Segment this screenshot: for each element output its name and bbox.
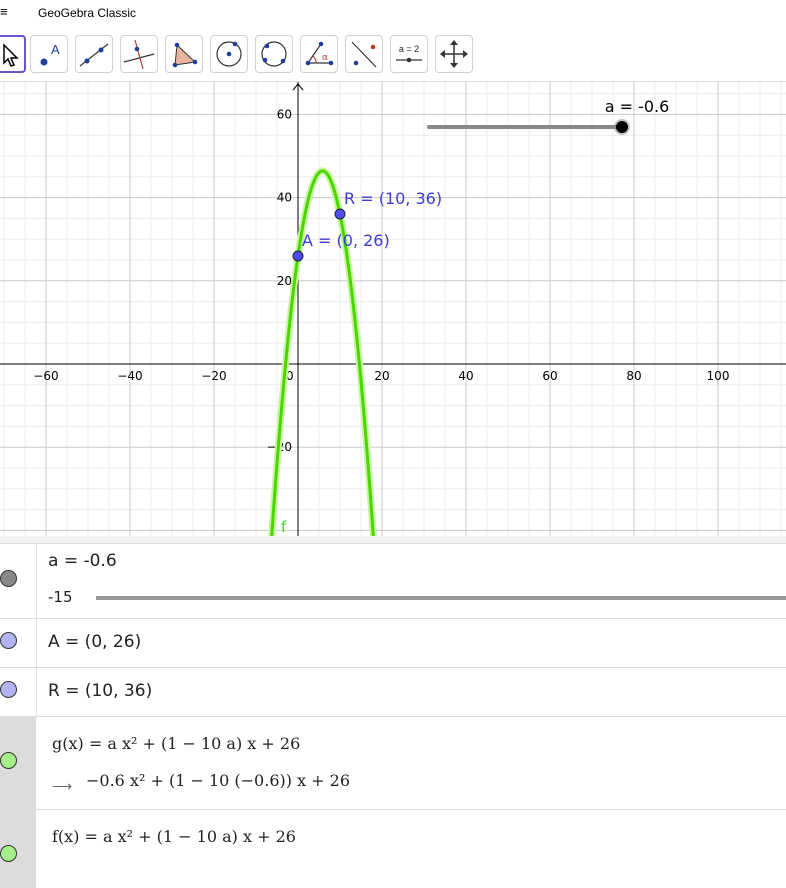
svg-text:A: A — [51, 42, 60, 57]
circle-three-points-button[interactable] — [255, 35, 293, 73]
slider-a-min-label: -15 — [48, 588, 73, 606]
curve-f-highlight — [260, 167, 394, 819]
visibility-toggle-A[interactable] — [0, 632, 17, 649]
algebra-row-function-g[interactable]: g(x) = a x² + (1 − 10 a) x + 26 ⟶ −0.6 x… — [0, 716, 786, 810]
line-tool-button[interactable] — [75, 35, 113, 73]
menu-icon[interactable]: ≡ — [0, 5, 8, 19]
algebra-view: a = -0.6 -15 A = (0, 26) R = (10, 36) g(… — [0, 543, 786, 888]
visibility-toggle-g[interactable] — [0, 752, 17, 769]
point-R[interactable] — [334, 208, 346, 220]
algebra-row-slider-a[interactable]: a = -0.6 -15 — [0, 544, 786, 619]
algebra-row-point-R[interactable]: R = (10, 36) — [0, 667, 786, 717]
app-title: GeoGebra Classic — [38, 6, 137, 20]
slider-a-definition[interactable]: a = -0.6 — [48, 551, 117, 571]
slider-a-handle[interactable] — [616, 121, 628, 133]
point-R-definition[interactable]: R = (10, 36) — [48, 681, 152, 701]
algebra-row-function-f[interactable]: f(x) = a x² + (1 − 10 a) x + 26 — [0, 809, 786, 888]
function-g-definition[interactable]: g(x) = a x² + (1 − 10 a) x + 26 — [52, 734, 300, 753]
perpendicular-tool-button[interactable] — [120, 35, 158, 73]
point-R-label: R = (10, 36) — [344, 189, 442, 208]
line-tool-icon — [79, 43, 109, 67]
graphics-view[interactable]: −60 −40 −20 0 20 40 60 80 100 60 40 20 −20 f A = (0,… — [0, 82, 786, 819]
x-tick-label: −20 — [201, 369, 226, 383]
row-separator — [36, 544, 37, 618]
point-tool-button[interactable]: A — [30, 35, 68, 73]
slider-a-label: a = -0.6 — [605, 97, 670, 116]
x-tick-label: 40 — [458, 369, 473, 383]
reflect-tool-button[interactable] — [345, 35, 383, 73]
circle-three-points-tool-icon — [261, 41, 287, 67]
polygon-tool-button[interactable] — [165, 35, 203, 73]
move-tool-icon — [3, 43, 19, 67]
x-tick-label: −40 — [117, 369, 142, 383]
perpendicular-line-tool-icon — [123, 39, 155, 70]
x-tick-label: 100 — [707, 369, 730, 383]
row-separator — [36, 618, 37, 667]
visibility-toggle-f[interactable] — [0, 845, 17, 862]
reflect-tool-icon — [351, 41, 377, 68]
point-A[interactable] — [292, 250, 304, 262]
slider-tool-label: a = 2 — [399, 44, 419, 54]
y-tick-label: 60 — [277, 107, 292, 121]
polygon-tool-icon — [172, 42, 198, 68]
point-A-label: A = (0, 26) — [302, 231, 390, 250]
angle-tool-button[interactable]: α — [300, 35, 338, 73]
view-divider[interactable] — [0, 536, 786, 543]
slider-tool-button[interactable]: a = 2 — [390, 35, 428, 73]
move-tool-button[interactable] — [0, 35, 26, 73]
point-tool-icon: A — [40, 42, 60, 66]
function-f-definition[interactable]: f(x) = a x² + (1 − 10 a) x + 26 — [52, 827, 296, 846]
move-graphics-view-tool-icon — [440, 40, 468, 68]
curve-f-label: f — [281, 518, 287, 536]
angle-tool-icon: α — [305, 41, 334, 66]
graphics-canvas[interactable]: −60 −40 −20 0 20 40 60 80 100604020−20 f A = (0,… — [0, 82, 786, 819]
toolbar: A α a = 2 — [0, 27, 786, 82]
slider-tool-icon: a = 2 — [396, 44, 422, 63]
y-tick-label: 40 — [277, 191, 292, 205]
x-tick-label: −60 — [33, 369, 58, 383]
svg-text:α: α — [322, 53, 328, 63]
point-A-definition[interactable]: A = (0, 26) — [48, 632, 141, 652]
x-tick-label: 80 — [626, 369, 641, 383]
visibility-toggle-R[interactable] — [0, 681, 17, 698]
visibility-toggle-a[interactable] — [0, 570, 17, 587]
x-tick-label: 60 — [542, 369, 557, 383]
move-graphics-view-button[interactable] — [435, 35, 473, 73]
algebra-slider-a-track[interactable] — [96, 596, 786, 600]
circle-center-point-tool-icon — [216, 41, 242, 67]
x-tick-label: 20 — [374, 369, 389, 383]
function-g-value: −0.6 x² + (1 − 10 (−0.6)) x + 26 — [86, 771, 351, 790]
row-separator — [36, 667, 37, 716]
y-tick-label: 20 — [277, 274, 292, 288]
algebra-row-point-A[interactable]: A = (0, 26) — [0, 618, 786, 668]
circle-tool-button[interactable] — [210, 35, 248, 73]
title-bar: ≡ GeoGebra Classic — [0, 0, 786, 26]
output-arrow-icon: ⟶ — [52, 778, 73, 794]
